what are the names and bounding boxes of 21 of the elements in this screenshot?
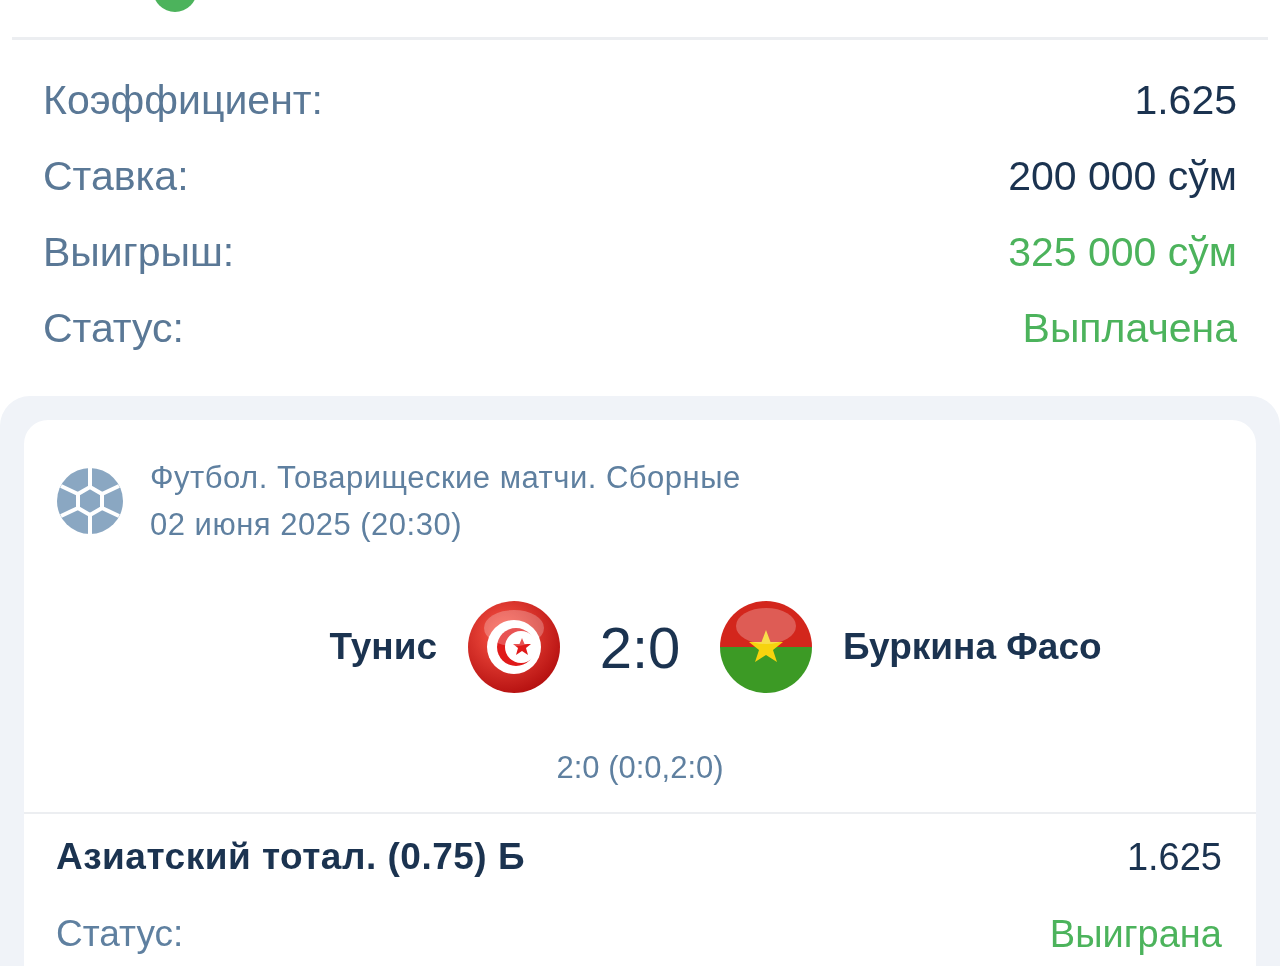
summary-value: 200 000 сўм bbox=[1008, 152, 1237, 200]
summary-label: Выигрыш: bbox=[43, 228, 235, 276]
summary-label: Ставка: bbox=[43, 152, 189, 200]
league-name: Футбол. Товарищеские матчи. Сборные bbox=[150, 459, 741, 497]
status-label: Статус: bbox=[56, 913, 184, 955]
summary-value: 325 000 сўм bbox=[1008, 228, 1237, 276]
summary-label: Статус: bbox=[43, 304, 184, 352]
summary-label: Коэффициент: bbox=[43, 76, 323, 124]
flag-icon bbox=[719, 600, 813, 694]
bet-odds: 1.625 bbox=[1126, 835, 1222, 879]
team-name: Буркина Фасо bbox=[843, 626, 1103, 668]
bet-market: Азиатский тотал. (0.75) Б bbox=[56, 836, 526, 878]
score-detail: 2:0 (0:0,2:0) bbox=[555, 750, 725, 786]
match-score: 2:0 bbox=[598, 613, 682, 681]
flag-icon bbox=[467, 600, 561, 694]
match-date: 02 июня 2025 (20:30) bbox=[150, 506, 463, 544]
team-name: Тунис bbox=[328, 626, 437, 668]
bet-status: Выиграна bbox=[1049, 912, 1222, 956]
soccer-ball-icon bbox=[57, 468, 123, 534]
summary-value: Выплачена bbox=[1022, 304, 1237, 352]
summary-value: 1.625 bbox=[1134, 76, 1237, 124]
